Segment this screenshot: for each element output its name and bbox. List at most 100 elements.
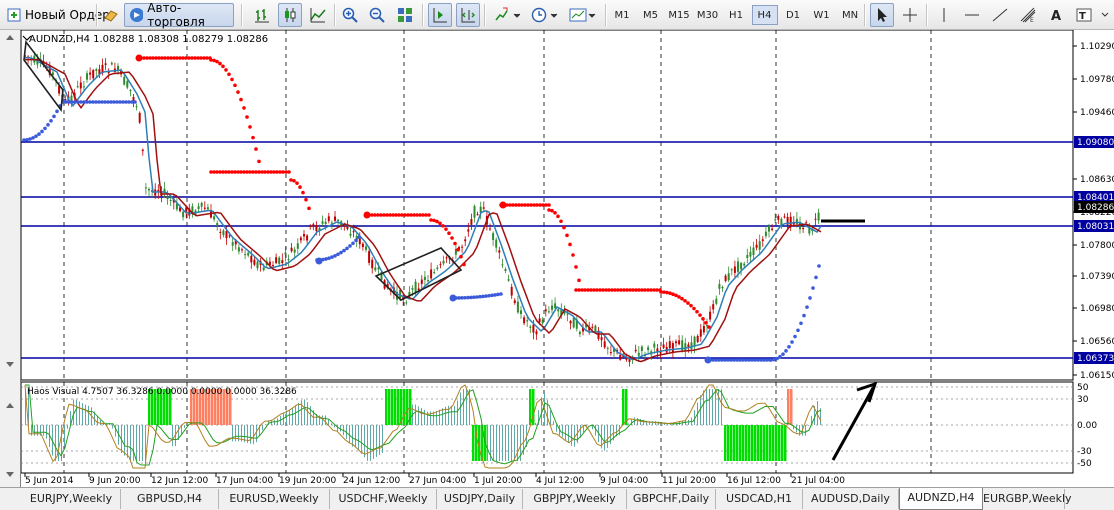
chart-tab[interactable]: USDCHF,Weekly [330,489,437,509]
indicator-bar [736,425,739,461]
indicator-bar [742,425,745,461]
chart-tab[interactable]: USDJPY,Daily [437,489,523,509]
periods-button[interactable] [527,3,563,27]
timeframe-m5[interactable]: M5 [638,5,664,25]
sar-dot [447,231,451,236]
candle [501,264,504,266]
candle [203,207,206,209]
chart-tab[interactable]: GBPCHF,Daily [627,489,716,509]
fibonacci-button[interactable]: E [1016,3,1040,27]
indicator-bar [724,425,727,461]
indicator-scroll-down-icon[interactable] [6,472,14,477]
timeframe-d1[interactable]: D1 [780,5,806,25]
indicator-bar [535,422,536,425]
indicator-bar [787,389,790,425]
chart-window[interactable]: 1.102901.097801.094601.086301.082201.078… [20,30,1114,487]
indicator-bar [754,425,757,461]
indicator-bar [451,405,452,425]
chart-tab[interactable]: EURGBP,Weekly [983,489,1072,509]
indicator-bar [382,425,383,454]
label-button[interactable]: T [1072,3,1096,27]
indicator-bar [550,410,551,425]
candle [361,243,364,248]
sar-dot [453,241,457,246]
chart-canvas[interactable]: 1.102901.097801.094601.086301.082201.078… [21,30,1114,487]
timeframe-w1[interactable]: W1 [809,5,835,25]
sar-dot [345,246,349,251]
indicator-bar [703,390,704,425]
fibonacci-icon: E [1020,7,1036,23]
indicator-bar [688,419,689,425]
sar-dot [52,114,56,119]
sar-dot [784,349,788,353]
indicator-bar [751,425,754,461]
indicator-bar [130,425,131,461]
indicators-button[interactable] [490,3,524,27]
timeframe-mn[interactable]: MN [837,5,863,25]
chart-tab[interactable]: GBPUSD,H4 [121,489,219,509]
autoscroll-button[interactable] [428,3,452,27]
metaeditor-button[interactable] [100,3,122,27]
sar-marker [704,356,712,364]
candle [290,247,293,252]
horizontal-line-button[interactable] [960,3,984,27]
bar-chart-button[interactable] [250,3,274,27]
crosshair-button[interactable] [898,3,922,27]
chart-tab[interactable]: GBPJPY,Weekly [523,489,627,509]
zoom-in-button[interactable] [338,3,362,27]
indicator-bar [766,425,769,461]
tile-windows-button[interactable] [393,3,417,27]
candle [250,255,253,263]
autotrading-button[interactable]: Авто-торговля [124,1,234,29]
chart-tab[interactable]: EURUSD,Weekly [219,489,330,509]
text-button[interactable]: A [1044,3,1068,27]
trendline-button[interactable] [988,3,1012,27]
sar-dot [215,59,219,64]
timeframe-m15[interactable]: M15 [666,5,692,25]
candle [303,234,305,237]
sar-dot [574,265,578,269]
chart-tab[interactable]: EURJPY,Weekly [22,489,121,509]
sar-dot [692,306,696,311]
line-chart-button[interactable] [306,3,330,27]
indicator-bar [100,420,101,425]
indicator-bar [385,389,388,425]
candle [668,341,671,349]
indicator-bar [367,425,368,461]
chart-tab[interactable]: AUDNZD,H4 [899,488,983,510]
candle [492,233,495,240]
scroll-down-icon[interactable] [6,362,14,367]
chart-tab[interactable]: AUDUSD,Daily [803,489,899,509]
candle [374,267,377,271]
templates-button[interactable] [565,3,601,27]
indicator-bar [763,425,766,461]
time-tick: 21 Jul 04:00 [791,476,845,486]
sar-marker [449,294,457,302]
vertical-line-button[interactable] [932,3,956,27]
sar-dot [686,301,690,305]
sar-dot [218,61,222,66]
candle [702,325,705,333]
indicator-tick: 30 [1077,395,1089,405]
indicator-bar [556,425,557,432]
indicator-bar [172,425,173,447]
chart-tab[interactable]: USDCAD,H1 [716,489,803,509]
candle [774,219,777,221]
sar-dot [236,90,240,94]
timeframe-h4[interactable]: H4 [751,5,778,25]
candle [287,259,290,261]
chart-shift-button[interactable] [456,3,480,27]
indicator-bar [364,425,365,458]
zoom-out-button[interactable] [365,3,389,27]
timeframe-h1[interactable]: H1 [723,5,749,25]
timeframe-m30[interactable]: M30 [695,5,721,25]
indicator-scroll-up-icon[interactable] [6,403,14,408]
cursor-button[interactable] [870,3,894,27]
timeframe-m1[interactable]: M1 [609,5,635,25]
scroll-up-icon[interactable] [6,35,14,40]
indicator-bar [43,425,44,436]
candle [135,106,138,108]
candlestick-button[interactable] [278,3,302,27]
indicator-bar [295,405,296,425]
toolbar-overflow-button[interactable] [1098,3,1112,27]
